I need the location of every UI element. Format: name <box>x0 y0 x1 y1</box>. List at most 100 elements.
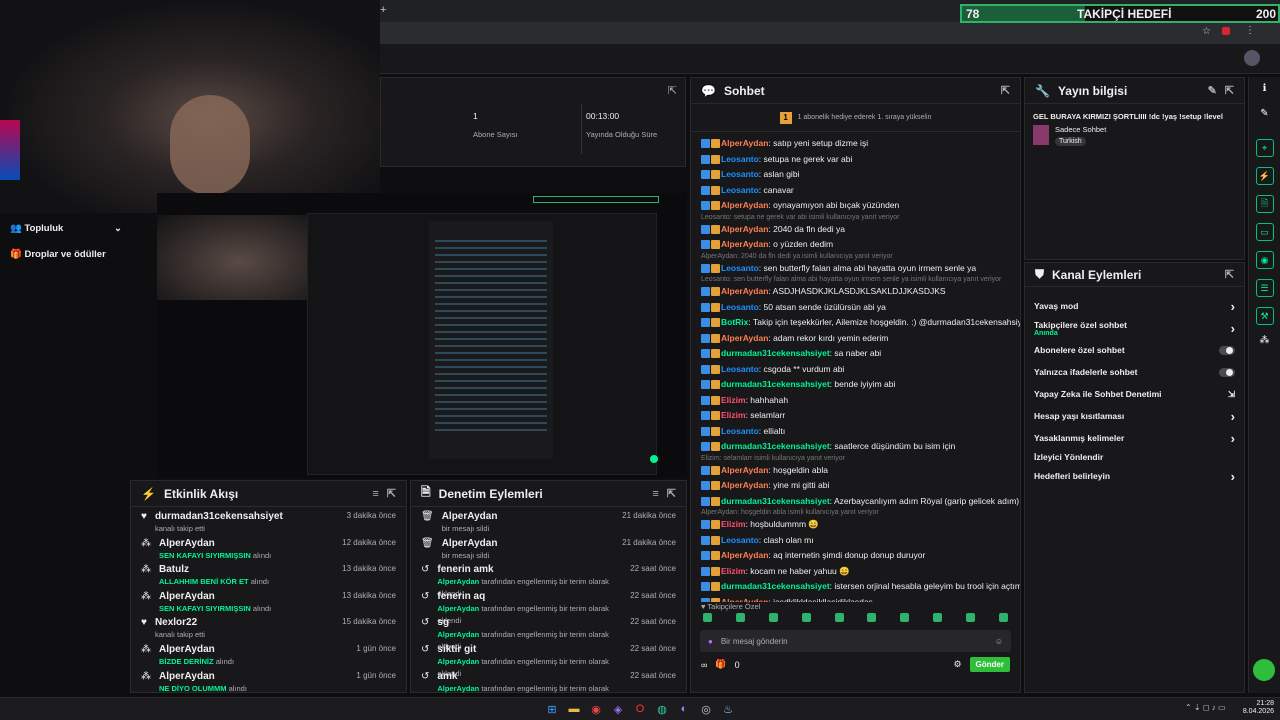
channel-action-item[interactable]: Yasaklanmış kelimeler › <box>1025 427 1244 449</box>
chat-username[interactable]: BotRix <box>721 317 748 327</box>
folder-icon[interactable]: ▬ <box>566 701 582 717</box>
stream-preview[interactable] <box>157 193 687 478</box>
feed-name[interactable]: AlperAydan <box>159 538 215 549</box>
edit-icon[interactable]: ✎ <box>1249 108 1280 119</box>
chat-message[interactable]: Leosanto: ellialtı <box>691 424 1020 440</box>
chat-message[interactable]: Leosanto: sen butterfly falan alma abi h… <box>691 261 1020 277</box>
chat-message[interactable]: AlperAydan: jasdkljkldasjkllasjdjklasdas <box>691 595 1020 602</box>
settings-gear-icon[interactable]: ⚙ <box>953 659 961 670</box>
wrench-icon[interactable]: ⚒ <box>1255 307 1274 325</box>
channel-action-item[interactable]: Yalnızca ifadelerle sohbet <box>1025 361 1244 383</box>
tray-icons[interactable]: ⌃ ⇣ ◻ ♪ ▭ <box>1185 703 1226 712</box>
feed-name[interactable]: AlperAydan <box>159 644 215 655</box>
chat-username[interactable]: durmadan31cekensahsiyet <box>721 441 830 451</box>
chat-username[interactable]: Elizim <box>721 395 746 405</box>
channel-action-item[interactable]: Abonelere özel sohbet <box>1025 339 1244 361</box>
feed-name[interactable]: Nexlor22 <box>155 617 197 628</box>
feed-name[interactable]: AlperAydan <box>442 538 498 549</box>
chat-message[interactable]: durmadan31cekensahsiyet: sa naber abi <box>691 346 1020 362</box>
sidebar-item-drops[interactable]: 🎁 Droplar ve ödüller <box>10 249 106 260</box>
send-button[interactable]: Gönder <box>969 657 1010 672</box>
apps-icon[interactable]: ⁂ <box>1249 335 1280 346</box>
chat-message[interactable]: Leosanto: clash olan mı <box>691 533 1020 549</box>
feed-name[interactable]: sg <box>437 617 449 628</box>
opera-icon[interactable]: O <box>632 701 648 717</box>
chat-bubble-icon[interactable]: ▭ <box>1255 223 1274 241</box>
chat-username[interactable]: durmadan31cekensahsiyet <box>721 379 830 389</box>
info-icon[interactable]: ℹ <box>1249 83 1280 94</box>
chat-username[interactable]: AlperAydan <box>721 480 768 490</box>
discord-icon[interactable]: ◈ <box>610 701 626 717</box>
toggle-switch[interactable] <box>1219 345 1235 355</box>
steam-icon[interactable]: ♨ <box>720 701 736 717</box>
popout-icon[interactable]: ⇱ <box>667 487 676 500</box>
popout-icon[interactable]: ⇱ <box>387 487 396 500</box>
chat-message[interactable]: Leosanto: canavar <box>691 183 1020 199</box>
chat-message[interactable]: AlperAydan: satıp yeni setup dizme işi <box>691 136 1020 152</box>
popout-icon[interactable]: ⇱ <box>1225 268 1234 281</box>
chat-username[interactable]: durmadan31cekensahsiyet <box>721 581 830 591</box>
star-icon[interactable]: ☆ <box>1202 26 1211 37</box>
gift-icon[interactable]: 🎁 <box>715 659 726 670</box>
chat-message[interactable]: Elizim: hahhahah <box>691 393 1020 409</box>
channel-action-item[interactable]: Yavaş mod › <box>1025 295 1244 317</box>
emote-icon[interactable] <box>834 613 844 622</box>
chat-username[interactable]: durmadan31cekensahsiyet <box>721 348 830 358</box>
chat-message[interactable]: BotRix: Takip için teşekkürler, Ailemize… <box>691 315 1020 331</box>
chat-message[interactable]: Leosanto: 50 atsan sende üzülürsün abi y… <box>691 300 1020 316</box>
extension-icon[interactable] <box>1222 27 1230 35</box>
feed-name[interactable]: siktir git <box>437 644 476 655</box>
feed-name[interactable]: amk <box>437 671 457 682</box>
feed-name[interactable]: Batulz <box>159 564 189 575</box>
lightning-icon[interactable]: ⚡ <box>1255 167 1274 185</box>
sidebar-item-community[interactable]: 👥 Topluluk ⌄ <box>10 223 122 234</box>
chat-message[interactable]: durmadan31cekensahsiyet: istersen orjina… <box>691 579 1020 595</box>
chat-username[interactable]: AlperAydan <box>721 333 768 343</box>
feed-name[interactable]: AlperAydan <box>159 591 215 602</box>
chat-username[interactable]: AlperAydan <box>721 239 768 249</box>
toggle-switch[interactable] <box>1219 367 1235 377</box>
chat-message[interactable]: Leosanto: aslan gibi <box>691 167 1020 183</box>
emote-icon[interactable] <box>933 613 943 622</box>
chat-message[interactable]: AlperAydan: ASDJHASDKJKLASDJKLSAKLDJJKAS… <box>691 284 1020 300</box>
feed-name[interactable]: AlperAydan <box>442 511 498 522</box>
emote-icon[interactable] <box>966 613 975 622</box>
channel-action-item[interactable]: İzleyici Yönlendir <box>1025 449 1244 465</box>
chat-username[interactable]: Leosanto <box>721 302 759 312</box>
emote-icon[interactable] <box>735 613 745 622</box>
chat-message[interactable]: durmadan31cekensahsiyet: saatlerce düşün… <box>691 439 1020 455</box>
avatar[interactable] <box>1244 50 1260 66</box>
chat-username[interactable]: AlperAydan <box>721 224 768 234</box>
chat-message[interactable]: durmadan31cekensahsiyet: bende iyiyim ab… <box>691 377 1020 393</box>
channel-action-item[interactable]: Hedefleri belirleyin › <box>1025 465 1244 487</box>
chat-username[interactable]: AlperAydan <box>721 286 768 296</box>
chat-username[interactable]: Leosanto <box>721 185 759 195</box>
channel-action-item[interactable]: Yapay Zeka ile Sohbet Denetimi ⇲ <box>1025 383 1244 405</box>
feed-name[interactable]: durmadan31cekensahsiyet <box>155 511 283 522</box>
chat-message[interactable]: Elizim: selamlarr <box>691 408 1020 424</box>
chat-username[interactable]: Leosanto <box>721 154 759 164</box>
chat-username[interactable]: Leosanto <box>721 263 759 273</box>
chat-username[interactable]: AlperAydan <box>721 550 768 560</box>
emoji-icon[interactable]: ☺ <box>995 637 1003 646</box>
popout-icon[interactable]: ⇱ <box>1225 84 1234 97</box>
emote-icon[interactable] <box>867 613 877 622</box>
chat-message[interactable]: AlperAydan: adam rekor kırdı yemin ederi… <box>691 331 1020 347</box>
chat-message[interactable]: Elizim: kocam ne haber yahuu 😄 <box>691 564 1020 580</box>
chat-message[interactable]: AlperAydan: 2040 da fln dedi ya <box>691 222 1020 238</box>
chat-message[interactable]: AlperAydan: oynayamıyon abi bıçak yüzünd… <box>691 198 1020 214</box>
edge-icon[interactable]: ◍ <box>654 701 670 717</box>
chat-message[interactable]: durmadan31cekensahsiyet: Azerbaycanlıyım… <box>691 494 1020 510</box>
feed-name[interactable]: AlperAydan <box>159 671 215 682</box>
new-tab-button[interactable]: + <box>380 4 386 16</box>
emote-icon[interactable] <box>900 613 910 622</box>
document-icon[interactable]: 🗎 <box>1255 195 1274 213</box>
chat-message-list[interactable]: AlperAydan: satıp yeni setup dizme işi Le… <box>691 132 1020 602</box>
popout-icon[interactable]: ⇱ <box>1001 84 1010 97</box>
popout-icon[interactable]: ⇱ <box>668 84 677 97</box>
chat-username[interactable]: Elizim <box>721 410 746 420</box>
channel-action-item[interactable]: Takipçilere özel sohbet Anında › <box>1025 317 1244 339</box>
chat-username[interactable]: AlperAydan <box>721 465 768 475</box>
feed-name[interactable]: fenerin amk <box>437 564 493 575</box>
pinned-gift-banner[interactable]: 1 1 abonelik hediye ederek 1. sıraya yüks… <box>691 104 1020 132</box>
